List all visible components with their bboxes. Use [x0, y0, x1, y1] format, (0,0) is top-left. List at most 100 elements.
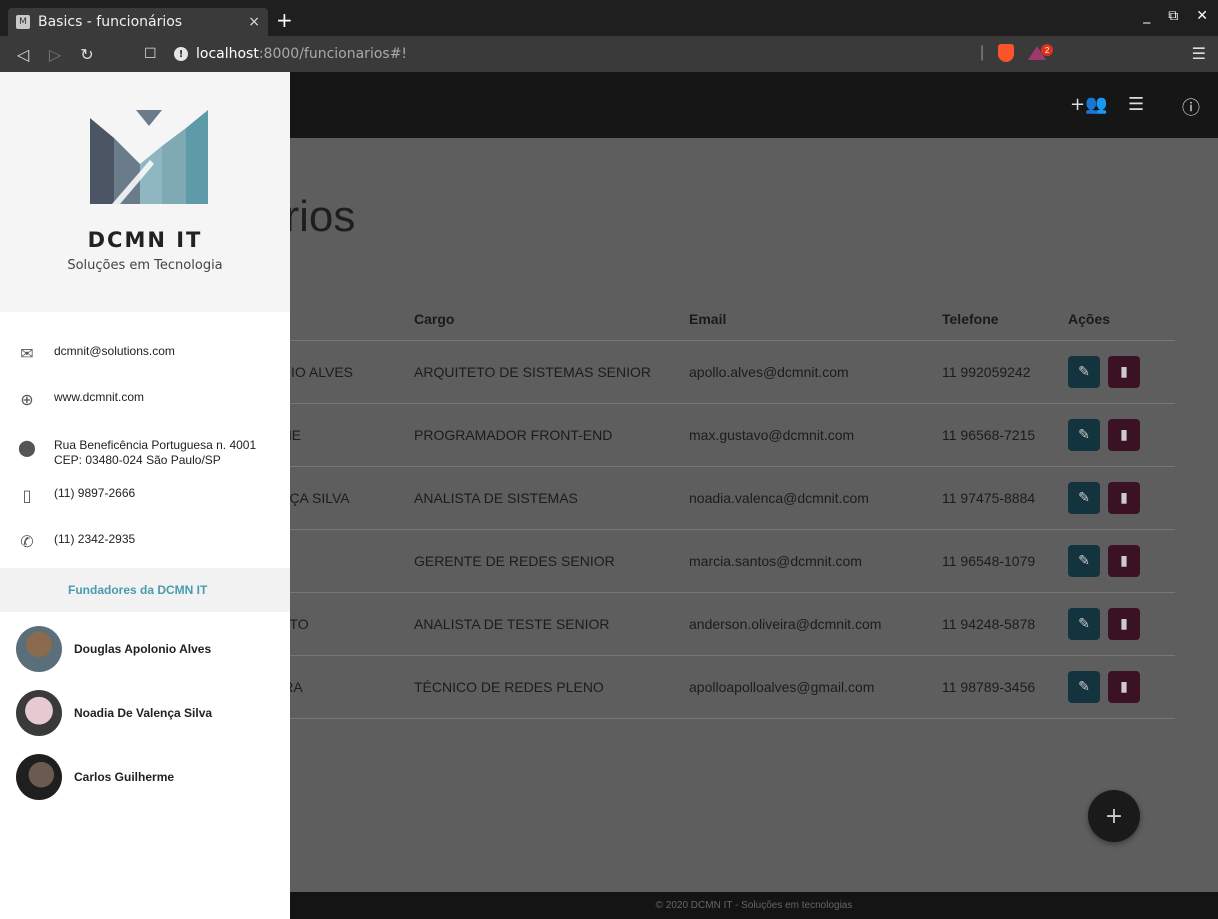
table-row: EIRA TÉCNICO DE REDES PLENO apolloapollo…	[270, 656, 1175, 719]
divider: |	[980, 44, 985, 61]
table-header: Cargo Email Telefone Ações	[270, 297, 1175, 341]
add-employee-fab[interactable]: +	[1088, 790, 1140, 842]
phone-icon: ✆	[20, 532, 34, 551]
cell-nome: EIRA	[270, 679, 414, 695]
pencil-icon: ✎	[1078, 553, 1090, 569]
cell-telefone: 11 96548-1079	[942, 553, 1036, 569]
table-row: RME PROGRAMADOR FRONT-END max.gustavo@dc…	[270, 404, 1175, 467]
pencil-icon: ✎	[1078, 490, 1090, 506]
cell-telefone: 11 992059242	[942, 364, 1031, 380]
address-line1: Rua Beneficência Portuguesa n. 4001	[54, 438, 257, 452]
menu-icon[interactable]: ☰	[1128, 94, 1144, 115]
favicon-icon: M	[16, 15, 30, 29]
browser-tabstrip: M Basics - funcionários × + _ ⧉ ✕	[0, 0, 1218, 36]
founder-item[interactable]: Noadia De Valença Silva	[16, 690, 290, 736]
brand-tagline: Soluções em Tecnologia	[67, 258, 223, 273]
founder-name: Carlos Guilherme	[74, 770, 175, 784]
rewards-icon[interactable]: 2	[1028, 44, 1054, 60]
cell-acoes: ✎ ▮	[1068, 671, 1175, 703]
trash-icon: ▮	[1120, 553, 1128, 569]
founder-item[interactable]: Carlos Guilherme	[16, 754, 290, 800]
cell-telefone: 11 94248-5878	[942, 616, 1036, 632]
phone-text: (11) 2342-2935	[54, 532, 136, 546]
globe-icon: ⊕	[20, 390, 34, 409]
cell-nome: ENÇA SILVA	[270, 490, 350, 506]
info-icon[interactable]: ⓘ	[1182, 94, 1200, 120]
delete-button[interactable]: ▮	[1108, 671, 1140, 703]
cell-acoes: ✎ ▮	[1068, 419, 1175, 451]
edit-button[interactable]: ✎	[1068, 419, 1100, 451]
forward-icon[interactable]: ▷	[46, 45, 64, 64]
cell-cargo: ANALISTA DE SISTEMAS	[414, 490, 578, 506]
cell-nome: ONIO ALVES	[270, 364, 353, 380]
col-telefone: Telefone	[942, 310, 999, 327]
reload-icon[interactable]: ↻	[78, 45, 96, 64]
delete-button[interactable]: ▮	[1108, 545, 1140, 577]
email-icon: ✉	[20, 344, 34, 363]
cell-email: max.gustavo@dcmnit.com	[689, 427, 855, 443]
table-row: ONIO ALVES ARQUITETO DE SISTEMAS SENIOR …	[270, 341, 1175, 404]
employees-table: Cargo Email Telefone Ações ONIO ALVES AR…	[270, 297, 1175, 719]
side-drawer: DCMN IT Soluções em Tecnologia ✉ dcmnit@…	[0, 72, 290, 919]
window-controls: _ ⧉ ✕	[1143, 8, 1208, 24]
company-logo	[90, 110, 208, 204]
cell-email: noadia.valenca@dcmnit.com	[689, 490, 869, 506]
smartphone-icon: ▯	[22, 486, 32, 505]
cell-cargo: GERENTE DE REDES SENIOR	[414, 553, 615, 569]
cell-email: anderson.oliveira@dcmnit.com	[689, 616, 882, 632]
add-user-icon[interactable]: +👥	[1070, 94, 1108, 115]
trash-icon: ▮	[1120, 427, 1128, 443]
cell-email: marcia.santos@dcmnit.com	[689, 553, 862, 569]
cell-email: apolloapolloalves@gmail.com	[689, 679, 875, 695]
edit-button[interactable]: ✎	[1068, 482, 1100, 514]
pencil-icon: ✎	[1078, 616, 1090, 632]
founders-heading: Fundadores da DCMN IT	[0, 568, 290, 612]
delete-button[interactable]: ▮	[1108, 356, 1140, 388]
cell-email: apollo.alves@dcmnit.com	[689, 364, 849, 380]
brave-shield-icon[interactable]	[998, 44, 1015, 62]
avatar	[16, 754, 62, 800]
cell-acoes: ✎ ▮	[1068, 482, 1175, 514]
delete-button[interactable]: ▮	[1108, 608, 1140, 640]
browser-tab[interactable]: M Basics - funcionários ×	[8, 8, 268, 36]
cell-cargo: ARQUITETO DE SISTEMAS SENIOR	[414, 364, 652, 380]
cell-acoes: ✎ ▮	[1068, 608, 1175, 640]
avatar	[16, 626, 62, 672]
cell-nome: RME	[270, 427, 414, 443]
browser-menu-icon[interactable]: ☰	[1192, 44, 1206, 63]
avatar	[16, 690, 62, 736]
edit-button[interactable]: ✎	[1068, 608, 1100, 640]
contact-website[interactable]: ⊕ www.dcmnit.com	[0, 390, 290, 409]
site-info-icon[interactable]: !	[174, 47, 188, 61]
location-pin-icon: ⬤	[18, 438, 36, 457]
new-tab-button[interactable]: +	[276, 6, 293, 34]
back-icon[interactable]: ◁	[14, 45, 32, 64]
founder-item[interactable]: Douglas Apolonio Alves	[16, 626, 290, 672]
contact-phone[interactable]: ✆ (11) 2342-2935	[0, 532, 290, 551]
url-field[interactable]: ! localhost :8000/funcionarios#!	[174, 43, 974, 65]
edit-button[interactable]: ✎	[1068, 545, 1100, 577]
address-line2: CEP: 03480-024 São Paulo/SP	[54, 453, 221, 467]
restore-icon[interactable]: ⧉	[1168, 8, 1178, 24]
pencil-icon: ✎	[1078, 679, 1090, 695]
contact-mobile[interactable]: ▯ (11) 9897-2666	[0, 486, 290, 505]
cell-cargo: ANALISTA DE TESTE SENIOR	[414, 616, 610, 632]
edit-button[interactable]: ✎	[1068, 356, 1100, 388]
tab-title: Basics - funcionários	[38, 14, 183, 30]
edit-button[interactable]: ✎	[1068, 671, 1100, 703]
delete-button[interactable]: ▮	[1108, 419, 1140, 451]
table-row: ENÇA SILVA ANALISTA DE SISTEMAS noadia.v…	[270, 467, 1175, 530]
close-window-icon[interactable]: ✕	[1196, 8, 1208, 24]
table-row: ENTO ANALISTA DE TESTE SENIOR anderson.o…	[270, 593, 1175, 656]
trash-icon: ▮	[1120, 679, 1128, 695]
minimize-icon[interactable]: _	[1143, 8, 1150, 24]
contact-email[interactable]: ✉ dcmnit@solutions.com	[0, 344, 290, 363]
tab-close-icon[interactable]: ×	[248, 14, 260, 30]
bookmark-icon[interactable]: ☐	[144, 46, 157, 62]
pencil-icon: ✎	[1078, 427, 1090, 443]
cell-cargo: TÉCNICO DE REDES PLENO	[414, 679, 604, 695]
col-acoes: Ações	[1068, 310, 1111, 327]
delete-button[interactable]: ▮	[1108, 482, 1140, 514]
cell-telefone: 11 97475-8884	[942, 490, 1036, 506]
col-email: Email	[689, 310, 727, 327]
